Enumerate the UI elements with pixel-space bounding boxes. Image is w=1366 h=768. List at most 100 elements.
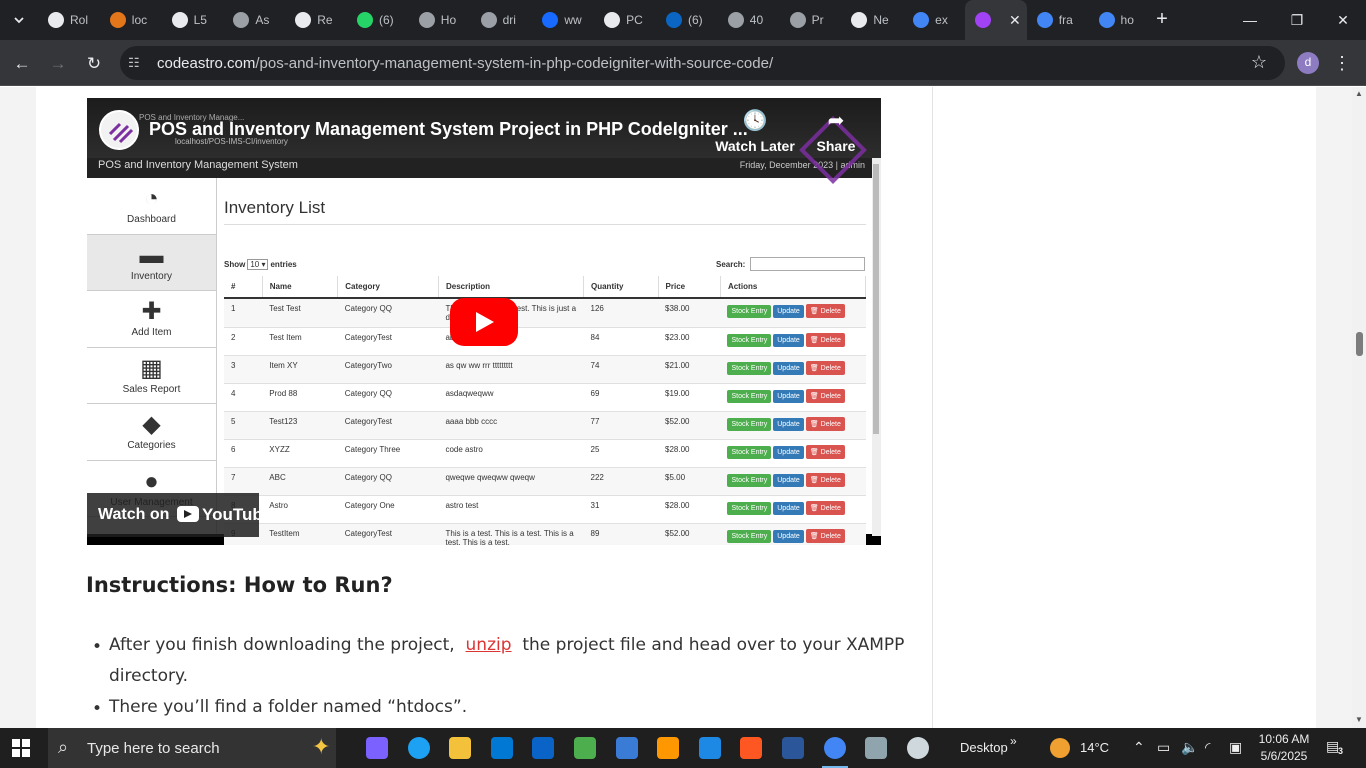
taskbar-app-copilot[interactable] <box>356 728 398 768</box>
maximize-button[interactable]: ❐ <box>1277 6 1317 34</box>
tab-search-button[interactable] <box>6 8 32 32</box>
taskbar-app-word[interactable] <box>772 728 814 768</box>
clock-date[interactable]: 5/6/2025 <box>1256 749 1312 763</box>
toolbar-chevron-icon[interactable]: » <box>1010 734 1017 748</box>
watch-later-button[interactable]: 🕓 Watch Later <box>715 110 795 158</box>
notification-center-icon[interactable]: ▤ 3 <box>1326 738 1346 758</box>
forward-button[interactable]: → <box>44 50 72 78</box>
table-cell: XYZZ <box>262 439 338 468</box>
taskbar-app-paint[interactable] <box>730 728 772 768</box>
desktop-toolbar-label[interactable]: Desktop <box>960 740 1008 755</box>
table-cell: 6 <box>224 439 263 468</box>
browser-tab[interactable]: (6) <box>347 0 409 40</box>
browser-tab[interactable]: ex <box>903 0 965 40</box>
minimize-button[interactable]: — <box>1230 6 1270 34</box>
app-menu-item: ▬ Inventory <box>87 234 216 291</box>
temperature[interactable]: 14°C <box>1080 740 1109 755</box>
actions-cell: Stock Entry Update 🗑 Delete <box>720 495 866 524</box>
profile-avatar[interactable]: d <box>1297 52 1319 74</box>
new-tab-button[interactable]: + <box>1150 8 1174 32</box>
delete-button: 🗑 Delete <box>805 361 845 375</box>
bullet-1-text-b: the project file and head over to your X… <box>522 635 905 655</box>
scroll-up-arrow[interactable]: ▲ <box>1355 89 1363 98</box>
app-menu-item: ◆ Categories <box>87 404 216 461</box>
start-button[interactable] <box>12 739 30 757</box>
taskbar-app-utorrent[interactable] <box>564 728 606 768</box>
taskbar-app-chrome[interactable] <box>814 728 856 768</box>
browser-tab[interactable]: loc <box>100 0 162 40</box>
battery-icon[interactable]: ▣ <box>1229 739 1242 756</box>
network-status-icon[interactable]: ▭ <box>1157 739 1170 756</box>
taskbar-search[interactable]: ⌕ Type here to search ✦ <box>48 728 336 768</box>
table-header: Description <box>438 276 585 299</box>
store-icon <box>490 737 513 759</box>
taskbar-app-photos[interactable] <box>855 728 897 768</box>
browser-tab[interactable]: ✕ <box>964 0 1027 40</box>
tab-favicon-icon <box>1098 12 1115 28</box>
table-cell: 3 <box>224 355 263 384</box>
bullet-1-line-1: After you finish downloading the project… <box>109 635 904 655</box>
taskbar-app-calculator-app[interactable] <box>606 728 648 768</box>
url-text[interactable]: codeastro.com/pos-and-inventory-manageme… <box>157 55 773 72</box>
browser-tab[interactable]: ho <box>1089 0 1151 40</box>
browser-tab[interactable]: As <box>223 0 285 40</box>
volume-icon[interactable]: 🔈 <box>1181 739 1198 756</box>
site-info-icon[interactable]: ☷ <box>128 55 144 71</box>
app-menu-label: Inventory <box>130 270 173 282</box>
clock-time[interactable]: 10:06 AM <box>1256 732 1312 746</box>
delete-button: 🗑 Delete <box>805 417 845 431</box>
notification-count: 3 <box>1338 746 1344 756</box>
channel-avatar[interactable] <box>99 110 139 150</box>
browser-tab[interactable]: Ho <box>409 0 471 40</box>
codeastro-logo-icon <box>108 122 134 144</box>
browser-tab[interactable]: ww <box>532 0 594 40</box>
tab-favicon-icon <box>665 12 682 28</box>
close-window-button[interactable]: ✕ <box>1323 6 1363 34</box>
tab-close-icon[interactable]: ✕ <box>1009 12 1021 29</box>
share-button[interactable]: ➦ Share <box>807 110 865 158</box>
watch-on-youtube-button[interactable]: Watch on YouTube <box>87 493 272 537</box>
address-bar[interactable]: ☷ codeastro.com/pos-and-inventory-manage… <box>120 46 1285 80</box>
delete-button: 🗑 Delete <box>805 389 845 403</box>
browser-tab[interactable]: fra <box>1027 0 1089 40</box>
taskbar-app-outlook[interactable] <box>522 728 564 768</box>
app-menu-icon: ◆ <box>142 411 161 438</box>
browser-tab[interactable]: L5 <box>162 0 224 40</box>
scroll-thumb[interactable] <box>1356 332 1363 356</box>
browser-tab[interactable]: 40 <box>718 0 780 40</box>
bookmark-star-icon[interactable]: ☆ <box>1251 52 1267 73</box>
browser-tab[interactable]: Rol <box>38 0 100 40</box>
table-cell: Prod 88 <box>262 383 338 412</box>
chrome-menu-button[interactable]: ⋮ <box>1333 50 1351 76</box>
taskbar-app-media-player[interactable] <box>689 728 731 768</box>
tab-favicon-icon <box>480 12 497 28</box>
browser-tab[interactable]: Ne <box>841 0 903 40</box>
taskbar-app-edge[interactable] <box>398 728 440 768</box>
browser-tab[interactable]: PC <box>594 0 656 40</box>
taskbar-app-sublime[interactable] <box>647 728 689 768</box>
table-cell: Category QQ <box>337 467 439 496</box>
browser-tab[interactable]: (6) <box>656 0 718 40</box>
tab-favicon-icon <box>356 12 373 28</box>
actions-cell: Stock Entry Update 🗑 Delete <box>720 383 866 412</box>
taskbar-app-settings[interactable] <box>897 728 939 768</box>
play-button[interactable] <box>450 298 518 346</box>
weather-icon[interactable] <box>1050 738 1070 758</box>
tray-chevron-up-icon[interactable]: ⌃ <box>1133 739 1145 756</box>
back-button[interactable]: ← <box>8 50 36 78</box>
taskbar-app-store[interactable] <box>481 728 523 768</box>
taskbar-app-file-explorer[interactable] <box>439 728 481 768</box>
page-scrollbar[interactable]: ▲ ▼ <box>1352 87 1366 728</box>
video-title[interactable]: POS and Inventory Management System Proj… <box>149 119 748 140</box>
delete-button: 🗑 Delete <box>805 304 845 318</box>
scroll-down-arrow[interactable]: ▼ <box>1355 715 1363 724</box>
reload-button[interactable]: ↻ <box>80 50 108 78</box>
browser-tab[interactable]: dri <box>471 0 533 40</box>
unzip-link[interactable]: unzip <box>466 635 512 655</box>
update-button: Update <box>773 390 804 403</box>
wifi-icon[interactable]: ◜ <box>1205 739 1210 756</box>
table-cell: 84 <box>583 327 659 356</box>
browser-tab[interactable]: Pr <box>780 0 842 40</box>
browser-tab[interactable]: Re <box>285 0 347 40</box>
youtube-embed[interactable]: POS and Inventory Management System Frid… <box>87 98 881 545</box>
